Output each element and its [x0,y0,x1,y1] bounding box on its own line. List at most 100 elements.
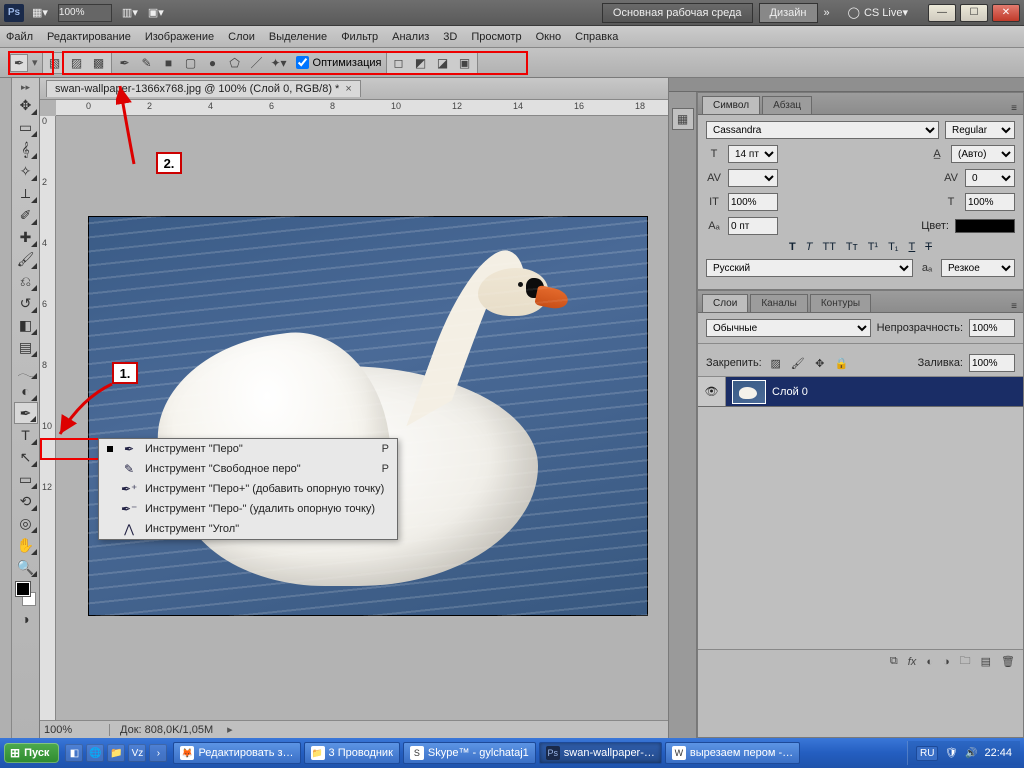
lasso-tool[interactable]: 𝄞 [14,138,38,160]
hscale-input[interactable] [965,193,1015,211]
freeform-pen-icon[interactable]: ✎ [138,54,156,72]
layer-name[interactable]: Слой 0 [772,386,808,398]
trash-icon[interactable]: 🗑 [1001,655,1015,668]
design-workspace-button[interactable]: Дизайн [759,3,818,23]
zoom-input[interactable] [58,4,112,22]
gradient-tool[interactable]: ▤ [14,336,38,358]
underline-button[interactable]: T [909,241,916,253]
line-shape-icon[interactable]: ／ [248,54,266,72]
blur-tool[interactable]: 𓂃 [14,358,38,380]
menu-layer[interactable]: Слои [228,31,255,43]
task-button[interactable]: 📁3 Проводник [304,742,400,764]
menu-image[interactable]: Изображение [145,31,214,43]
path-op2-icon[interactable]: ◩ [412,54,430,72]
menu-view[interactable]: Просмотр [471,31,521,43]
screen-mode-icon[interactable]: ▣▾ [148,6,164,19]
vscale-input[interactable] [728,193,778,211]
task-button[interactable]: SSkype™ - gylchataj1 [403,742,536,764]
menu-edit[interactable]: Редактирование [47,31,131,43]
font-family-select[interactable]: Cassandra [706,121,939,139]
tray-icon[interactable]: 🛡 [944,746,958,760]
lock-all-icon[interactable]: 🔒 [834,357,850,370]
ql-icon[interactable]: 🌐 [86,744,104,762]
close-tab-icon[interactable]: × [345,83,351,95]
custom-shape-icon[interactable]: ✦▾ [270,54,288,72]
workspace-button[interactable]: Основная рабочая среда [602,3,753,23]
tray-icon[interactable]: 🔊 [964,746,978,760]
menu-analysis[interactable]: Анализ [392,31,429,43]
font-size-select[interactable]: 14 пт [728,145,778,163]
tab-character[interactable]: Символ [702,96,760,114]
optimize-checkbox[interactable] [296,56,309,69]
lock-pos-icon[interactable]: ✥ [812,357,828,370]
window-maximize-button[interactable]: ☐ [960,4,988,22]
superscript-button[interactable]: T¹ [868,241,878,253]
paths-icon[interactable]: ▨ [68,54,86,72]
text-color-swatch[interactable] [955,219,1015,233]
task-button[interactable]: 🦊Редактировать з… [173,742,300,764]
path-op1-icon[interactable]: ◻ [390,54,408,72]
task-button-active[interactable]: Psswan-wallpaper-… [539,742,662,764]
menu-help[interactable]: Справка [575,31,618,43]
layer-list[interactable]: 👁 Слой 0 [698,377,1023,649]
menu-filter[interactable]: Фильтр [341,31,378,43]
shape-layers-icon[interactable]: ▧ [46,54,64,72]
tab-layers[interactable]: Слои [702,294,748,312]
brush-tool[interactable]: 🖌 [14,248,38,270]
start-button[interactable]: ⊞ Пуск [4,743,59,763]
antialias-select[interactable]: Резкое [941,259,1015,277]
bridge-icon[interactable]: ▦▾ [32,6,48,19]
canvas-viewport[interactable] [56,116,668,720]
task-button[interactable]: Wвырезаем пером -… [665,742,800,764]
shape-tool[interactable]: ▭ [14,468,38,490]
arrange-docs-icon[interactable]: ▥▾ [122,6,138,19]
dodge-tool[interactable]: ◐ [14,380,38,402]
language-indicator[interactable]: RU [916,746,938,761]
3d-tool[interactable]: ⟲ [14,490,38,512]
panel-menu-icon[interactable]: ≡ [1005,103,1023,114]
adjustment-icon[interactable]: ◑ [943,656,950,668]
baseline-input[interactable] [728,217,778,235]
opacity-input[interactable] [969,319,1015,337]
mask-icon[interactable]: ◐ [926,656,933,668]
zoom-tool[interactable]: 🔍 [14,556,38,578]
lock-trans-icon[interactable]: ▨ [768,357,784,370]
wand-tool[interactable]: ✧ [14,160,38,182]
flyout-item-freeform[interactable]: ✎ Инструмент "Свободное перо" P [99,459,397,479]
tab-paragraph[interactable]: Абзац [762,96,812,114]
crop-tool[interactable]: ⟂ [14,182,38,204]
leading-select[interactable]: (Авто) [951,145,1015,163]
subscript-button[interactable]: T₁ [888,241,898,253]
lock-pixels-icon[interactable]: 🖌 [790,357,806,370]
more-icon[interactable]: » [824,7,830,19]
visibility-eye-icon[interactable]: 👁 [698,377,726,406]
rect-shape-icon[interactable]: ■ [160,54,178,72]
path-op4-icon[interactable]: ▣ [456,54,474,72]
flyout-item-convert[interactable]: ⋀ Инструмент "Угол" [99,519,397,539]
smallcaps-button[interactable]: Tᴛ [846,241,858,253]
status-zoom[interactable]: 100% [40,724,110,736]
fill-pixels-icon[interactable]: ▩ [90,54,108,72]
move-tool[interactable]: ✥ [14,94,38,116]
tab-paths[interactable]: Контуры [810,294,871,312]
panel-menu-icon[interactable]: ≡ [1005,301,1023,312]
flyout-item-addpoint[interactable]: ✒⁺ Инструмент "Перо+" (добавить опорную … [99,479,397,499]
mini-panel-icon[interactable]: ▦ [672,108,694,130]
group-icon[interactable]: 🗀 [960,652,971,671]
link-layers-icon[interactable]: ⧉ [890,655,898,668]
tracking-select[interactable]: 0 [965,169,1015,187]
flyout-item-delpoint[interactable]: ✒⁻ Инструмент "Перо-" (удалить опорную т… [99,499,397,519]
ql-icon[interactable]: › [149,744,167,762]
layer-row[interactable]: 👁 Слой 0 [698,377,1023,407]
cslive-button[interactable]: ◯ CS Live ▾ [848,6,908,19]
clock[interactable]: 22:44 [984,747,1012,759]
tab-channels[interactable]: Каналы [750,294,808,312]
kerning-select[interactable] [728,169,778,187]
eraser-tool[interactable]: ◧ [14,314,38,336]
quick-mask-icon[interactable]: ◑ [14,608,38,630]
status-arrow-icon[interactable]: ▸ [227,723,233,736]
path-op3-icon[interactable]: ◪ [434,54,452,72]
ql-icon[interactable]: ◧ [65,744,83,762]
pen-shape-icon[interactable]: ✒ [116,54,134,72]
document-tab[interactable]: swan-wallpaper-1366x768.jpg @ 100% (Слой… [46,80,361,97]
